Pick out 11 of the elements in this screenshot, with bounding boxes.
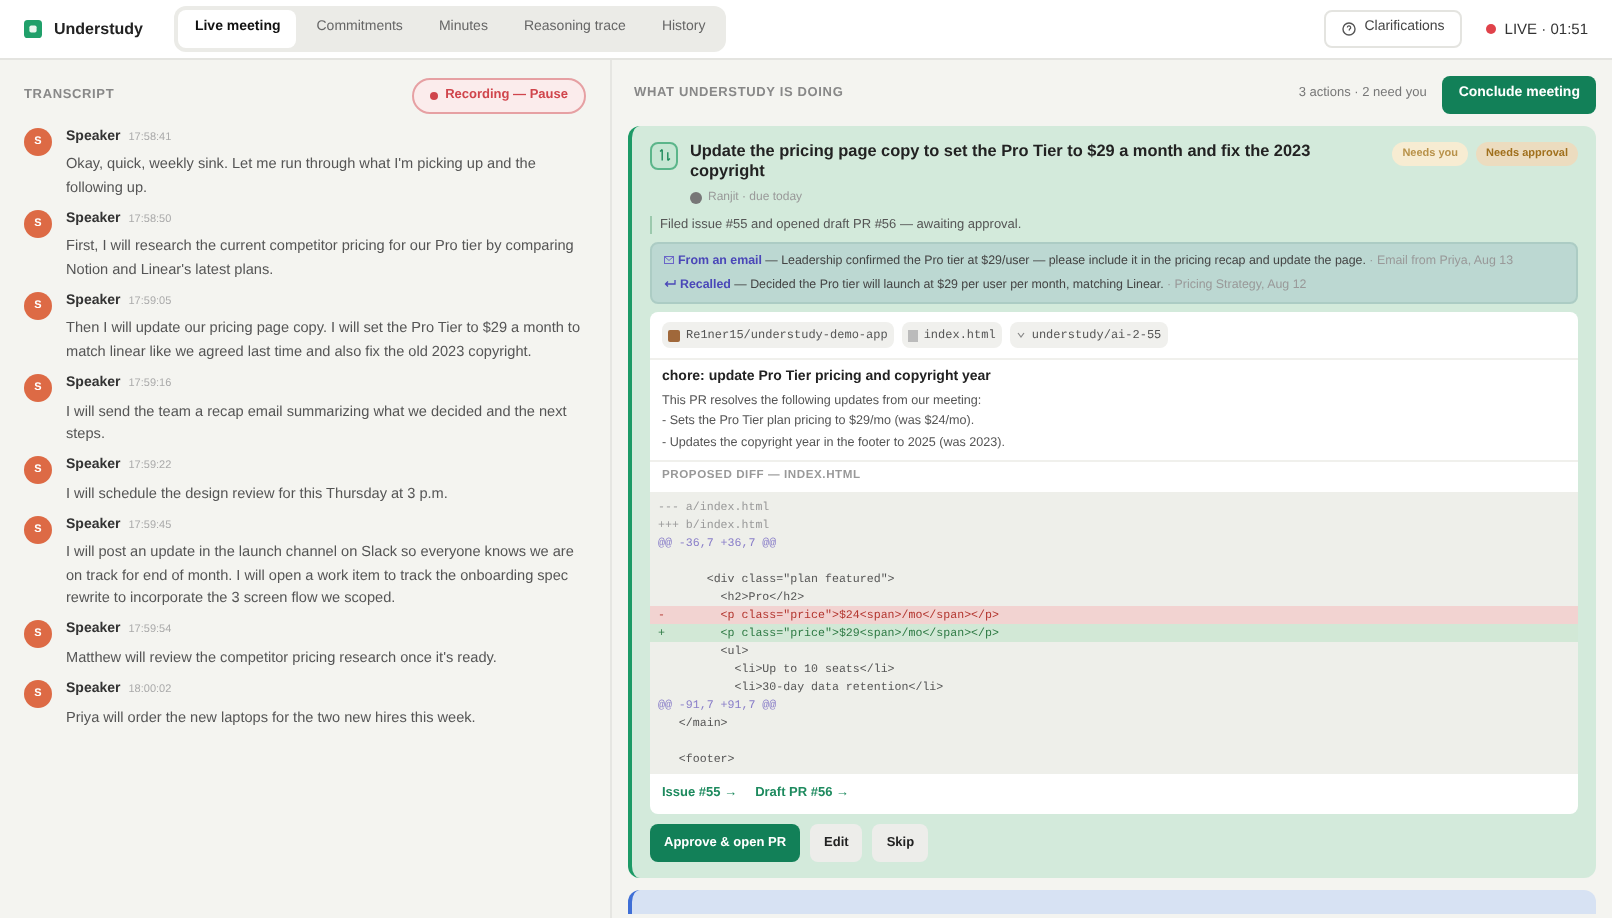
logo-icon bbox=[24, 20, 42, 38]
package-icon bbox=[668, 329, 680, 342]
branch-icon bbox=[1015, 330, 1026, 341]
app-name: Understudy bbox=[54, 17, 143, 41]
action-title: Update the pricing page copy to set the Pro Tier to $29 a month and fix the 2023 copyright bbox=[690, 141, 1313, 183]
return-arrow-icon bbox=[664, 280, 676, 289]
pull-request-icon bbox=[650, 141, 678, 169]
assignee-avatar bbox=[690, 192, 702, 204]
help-icon bbox=[1342, 22, 1357, 36]
file-icon bbox=[907, 329, 918, 342]
email-icon bbox=[664, 256, 674, 265]
